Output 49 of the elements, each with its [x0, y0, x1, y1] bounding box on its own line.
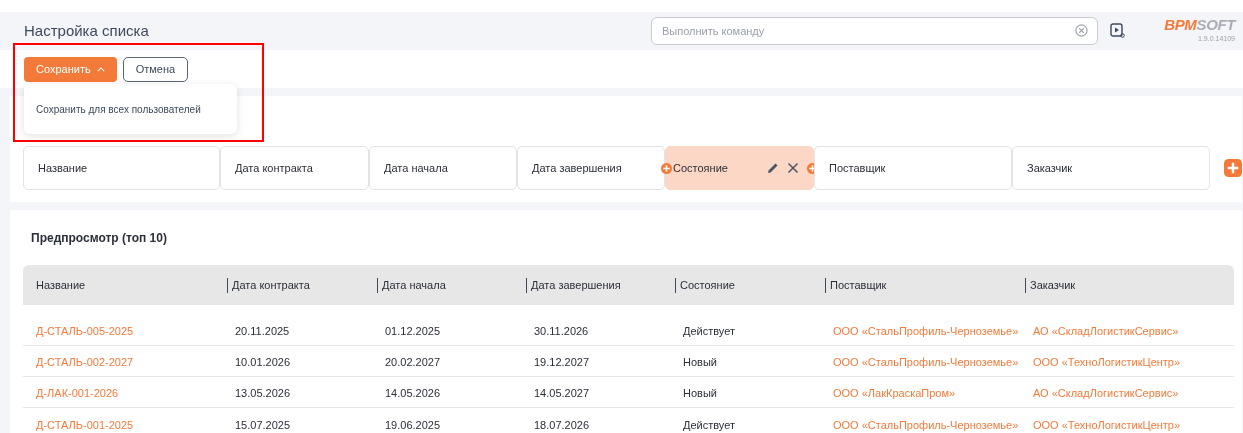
column-label: Дата контракта — [235, 160, 313, 176]
table-cell: 10.01.2026 — [235, 356, 291, 368]
table-cell: Действует — [683, 418, 736, 431]
table-cell: 20.02.2027 — [385, 356, 441, 368]
column-header[interactable]: Поставщик — [830, 276, 887, 294]
command-field[interactable]: Выполнить команду — [651, 17, 1098, 45]
table-cell: 15.07.2025 — [235, 418, 291, 431]
table-cell: 20.11.2025 — [235, 325, 290, 337]
clear-icon[interactable] — [1075, 24, 1088, 37]
column-header[interactable]: Дата контракта — [232, 276, 310, 294]
column-chip[interactable]: Дата начала — [369, 146, 517, 190]
logo: BPMSOFT — [1164, 17, 1235, 33]
column-header[interactable]: Состояние — [680, 276, 735, 294]
column-label: Дата завершения — [532, 160, 622, 176]
table-cell: Новый — [683, 356, 717, 368]
column-label: Дата начала — [384, 160, 448, 176]
table-cell: 01.12.2025 — [385, 325, 441, 337]
column-header[interactable]: Дата завершения — [531, 276, 621, 294]
table-cell: 19.06.2025 — [385, 418, 441, 431]
close-icon[interactable] — [787, 162, 799, 174]
column-header[interactable]: Дата начала — [382, 276, 446, 294]
column-header[interactable]: Заказчик — [1030, 276, 1076, 294]
edit-icon[interactable] — [767, 162, 779, 174]
menu-item[interactable]: Сохранить для всех пользователей — [36, 101, 237, 117]
table-cell: 14.05.2026 — [385, 387, 441, 399]
caret-icon — [96, 66, 105, 72]
table-cell: 14.05.2027 — [534, 387, 590, 399]
column-chip[interactable]: Дата контракта — [220, 146, 369, 190]
table-cell: 19.12.2027 — [534, 356, 590, 368]
column-header[interactable]: Название — [23, 276, 86, 294]
preview-title: Предпросмотр (топ 10) — [31, 229, 167, 247]
column-label: Поставщик — [829, 160, 886, 176]
column-chip[interactable]: Название — [23, 146, 220, 190]
table-cell: 18.07.2026 — [534, 418, 590, 431]
plus-icon[interactable] — [1224, 159, 1242, 177]
page-title: Настройка списка — [24, 20, 150, 41]
table-cell: 30.11.2026 — [534, 325, 589, 337]
column-chip[interactable]: Заказчик — [1012, 146, 1210, 190]
plus-icon[interactable] — [661, 162, 672, 174]
table-cell: Новый — [683, 387, 717, 399]
column-chip[interactable]: Дата завершения — [517, 146, 665, 190]
column-label: Название — [38, 160, 88, 176]
table-cell: Действует — [683, 325, 736, 337]
column-chip[interactable]: Поставщик — [814, 146, 1012, 190]
column-label: Заказчик — [1027, 160, 1073, 176]
column-label: Состояние — [673, 160, 728, 176]
play-search-icon[interactable] — [1110, 23, 1126, 39]
cancel-button[interactable]: Отмена — [122, 56, 189, 82]
table-cell: 13.05.2026 — [235, 387, 291, 399]
